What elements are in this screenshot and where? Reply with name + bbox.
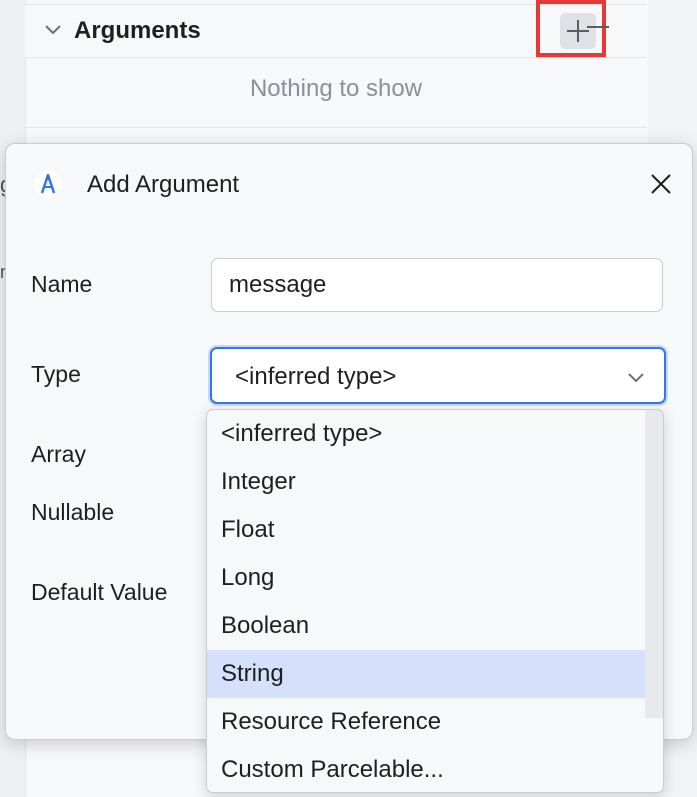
name-label: Name <box>31 271 93 297</box>
close-icon[interactable] <box>647 170 675 198</box>
section-title: Arguments <box>74 17 201 44</box>
empty-state-text: Nothing to show <box>249 75 423 102</box>
dropdown-option[interactable]: Boolean <box>207 602 663 650</box>
chevron-down-icon[interactable] <box>626 367 646 387</box>
type-select-value: <inferred type> <box>235 363 397 390</box>
type-select[interactable]: <inferred type> <box>210 347 666 404</box>
dropdown-option-highlighted[interactable]: String <box>207 650 663 698</box>
dropdown-option[interactable]: Long <box>207 554 663 602</box>
dropdown-option[interactable]: Resource Reference <box>207 698 663 746</box>
dropdown-scrollbar[interactable] <box>645 410 663 718</box>
nullable-label: Nullable <box>31 499 115 525</box>
dropdown-option[interactable]: <inferred type> <box>207 410 663 458</box>
dropdown-option[interactable]: Custom Parcelable... <box>207 746 663 792</box>
android-studio-icon <box>33 169 63 199</box>
chevron-down-icon[interactable] <box>43 19 63 39</box>
arguments-empty-state: Nothing to show <box>25 57 647 128</box>
dialog-title: Add Argument <box>87 171 240 198</box>
type-dropdown-list[interactable]: <inferred type> Integer Float Long Boole… <box>206 409 664 793</box>
array-label: Array <box>31 441 86 467</box>
remove-argument-button[interactable] <box>585 14 611 40</box>
name-input[interactable] <box>211 258 663 312</box>
minus-icon <box>587 26 609 28</box>
dropdown-option[interactable]: Float <box>207 506 663 554</box>
default-value-label: Default Value <box>31 579 168 605</box>
type-label: Type <box>31 361 81 387</box>
dropdown-option[interactable]: Integer <box>207 458 663 506</box>
